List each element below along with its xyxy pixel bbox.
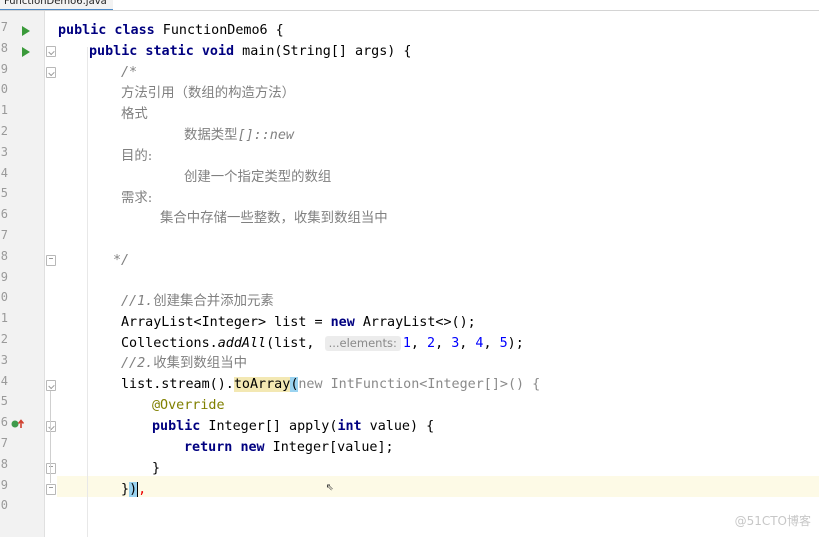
fold-anon-class-icon[interactable] <box>46 380 56 391</box>
line-number: 9 <box>0 477 8 492</box>
mouse-cursor-icon: ⇖ <box>326 479 334 494</box>
line-number: 0 <box>0 82 8 97</box>
line-number: 5 <box>0 394 8 409</box>
run-main-icon[interactable] <box>22 47 30 57</box>
fold-apply-icon[interactable] <box>46 421 56 432</box>
code-line: 格式 <box>121 107 148 122</box>
code-line: 方法引用（数组的构造方法） <box>121 86 296 101</box>
code-line: //1.创建集合并添加元素 <box>121 294 274 309</box>
fold-main-icon[interactable] <box>46 46 56 57</box>
line-number: 1 <box>0 103 8 118</box>
code-line: return new Integer[value]; <box>184 440 394 455</box>
line-number: 9 <box>0 269 8 284</box>
line-number: 0 <box>0 290 8 305</box>
line-number: 3 <box>0 352 8 367</box>
code-line: //2.收集到数组当中 <box>121 356 247 371</box>
indent-guide <box>87 47 88 537</box>
code-line: public static void main(String[] args) { <box>89 44 412 59</box>
fold-guide <box>50 391 51 483</box>
override-marker-icon[interactable] <box>11 419 25 429</box>
code-line: 创建一个指定类型的数组 <box>184 170 332 185</box>
code-line: ArrayList<Integer> list = new ArrayList<… <box>121 315 476 330</box>
parameter-hint: ...elements: <box>324 336 401 351</box>
line-number: 9 <box>0 61 8 76</box>
code-line: } <box>152 461 161 476</box>
line-number: 1 <box>0 311 8 326</box>
fold-anon-end-icon[interactable] <box>46 484 56 495</box>
line-number: 7 <box>0 20 8 34</box>
line-number: 2 <box>0 332 8 346</box>
line-number: 8 <box>0 248 8 263</box>
code-line: }), <box>121 481 147 497</box>
fold-comment-icon[interactable] <box>46 67 56 78</box>
code-line: @Override <box>152 398 225 413</box>
file-tab[interactable]: FunctionDemo6.java <box>0 0 113 10</box>
line-number: 7 <box>0 436 8 450</box>
run-class-icon[interactable] <box>22 26 30 36</box>
code-line: /* <box>121 65 138 80</box>
code-line: public Integer[] apply(int value) { <box>152 419 435 434</box>
code-line: Collections.addAll(list, ...elements: 1, … <box>121 336 524 351</box>
current-line-highlight <box>57 476 819 497</box>
code-line: 目的: <box>121 149 153 164</box>
line-number: 8 <box>0 40 8 55</box>
watermark: @51CTO博客 <box>734 514 811 528</box>
line-number: 0 <box>0 498 8 513</box>
editor-tab-bar: FunctionDemo6.java <box>0 0 819 11</box>
line-number: 3 <box>0 144 8 159</box>
fold-comment-end-icon[interactable] <box>46 255 56 266</box>
line-number: 6 <box>0 415 8 430</box>
fold-apply-end-icon[interactable] <box>46 463 56 474</box>
line-number: 4 <box>0 373 8 388</box>
code-line: 数据类型[]::new <box>184 128 294 143</box>
code-line: 需求: <box>121 191 153 206</box>
code-line: public class FunctionDemo6 { <box>58 23 284 38</box>
line-number: 7 <box>0 228 8 242</box>
code-line: list.stream().toArray(new IntFunction<In… <box>121 377 541 392</box>
code-line: 集合中存储一些整数，收集到数组当中 <box>160 211 388 226</box>
line-number: 5 <box>0 186 8 201</box>
code-line: */ <box>113 253 130 268</box>
line-number: 2 <box>0 124 8 138</box>
line-number: 6 <box>0 207 8 222</box>
line-number: 4 <box>0 165 8 180</box>
line-number: 8 <box>0 456 8 471</box>
